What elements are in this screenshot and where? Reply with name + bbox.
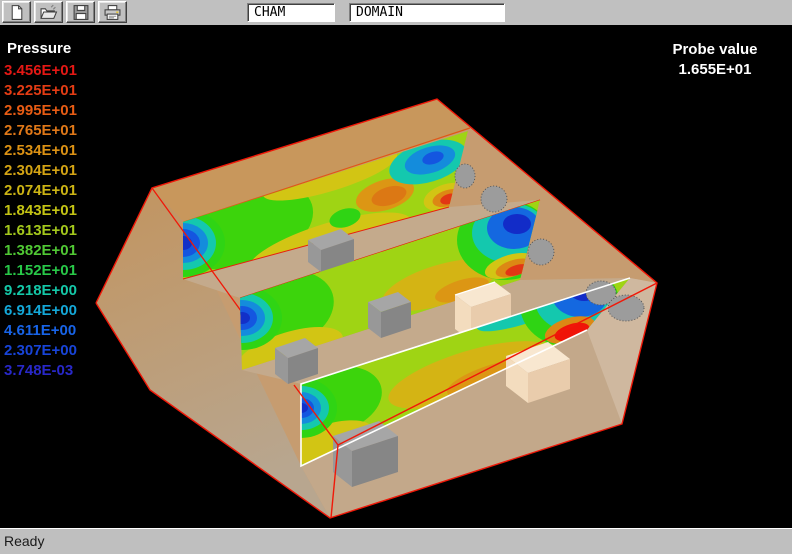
print-icon — [103, 4, 122, 21]
domain-field[interactable] — [349, 3, 505, 22]
cfd-viewer-window: Pressure 3.456E+013.225E+012.995E+012.76… — [0, 0, 792, 554]
legend-entry: 3.748E-03 — [4, 361, 77, 381]
open-folder-icon — [39, 4, 58, 21]
legend-entry: 2.534E+01 — [4, 141, 77, 161]
render-viewport[interactable]: Pressure 3.456E+013.225E+012.995E+012.76… — [0, 25, 792, 528]
occupant-figure — [528, 239, 554, 265]
probe-label: Probe value — [650, 40, 780, 60]
legend-entry: 1.382E+01 — [4, 241, 77, 261]
toolbar — [0, 0, 792, 26]
cham-field[interactable] — [247, 3, 335, 22]
legend-entry: 1.843E+01 — [4, 201, 77, 221]
legend-entry: 2.765E+01 — [4, 121, 77, 141]
legend-entry: 3.456E+01 — [4, 61, 77, 81]
variable-label: Pressure — [7, 40, 71, 57]
legend-entry: 1.152E+01 — [4, 261, 77, 281]
status-bar: Ready — [0, 528, 792, 554]
new-document-icon — [8, 4, 26, 21]
status-text: Ready — [4, 533, 44, 549]
legend-list: 3.456E+013.225E+012.995E+012.765E+012.53… — [4, 61, 77, 381]
legend-entry: 1.613E+01 — [4, 221, 77, 241]
legend-entry: 2.304E+01 — [4, 161, 77, 181]
print-button[interactable] — [98, 1, 127, 23]
legend-entry: 9.218E+00 — [4, 281, 77, 301]
probe-readout: Probe value 1.655E+01 — [650, 40, 780, 80]
save-file-button[interactable] — [66, 1, 95, 23]
save-floppy-icon — [72, 4, 90, 21]
legend-entry: 2.995E+01 — [4, 101, 77, 121]
legend-entry: 4.611E+00 — [4, 321, 77, 341]
probe-value: 1.655E+01 — [650, 60, 780, 80]
legend-entry: 6.914E+00 — [4, 301, 77, 321]
legend-entry: 2.307E+00 — [4, 341, 77, 361]
legend-entry: 3.225E+01 — [4, 81, 77, 101]
new-file-button[interactable] — [2, 1, 31, 23]
open-file-button[interactable] — [34, 1, 63, 23]
scene-3d[interactable] — [0, 25, 792, 528]
legend-entry: 2.074E+01 — [4, 181, 77, 201]
